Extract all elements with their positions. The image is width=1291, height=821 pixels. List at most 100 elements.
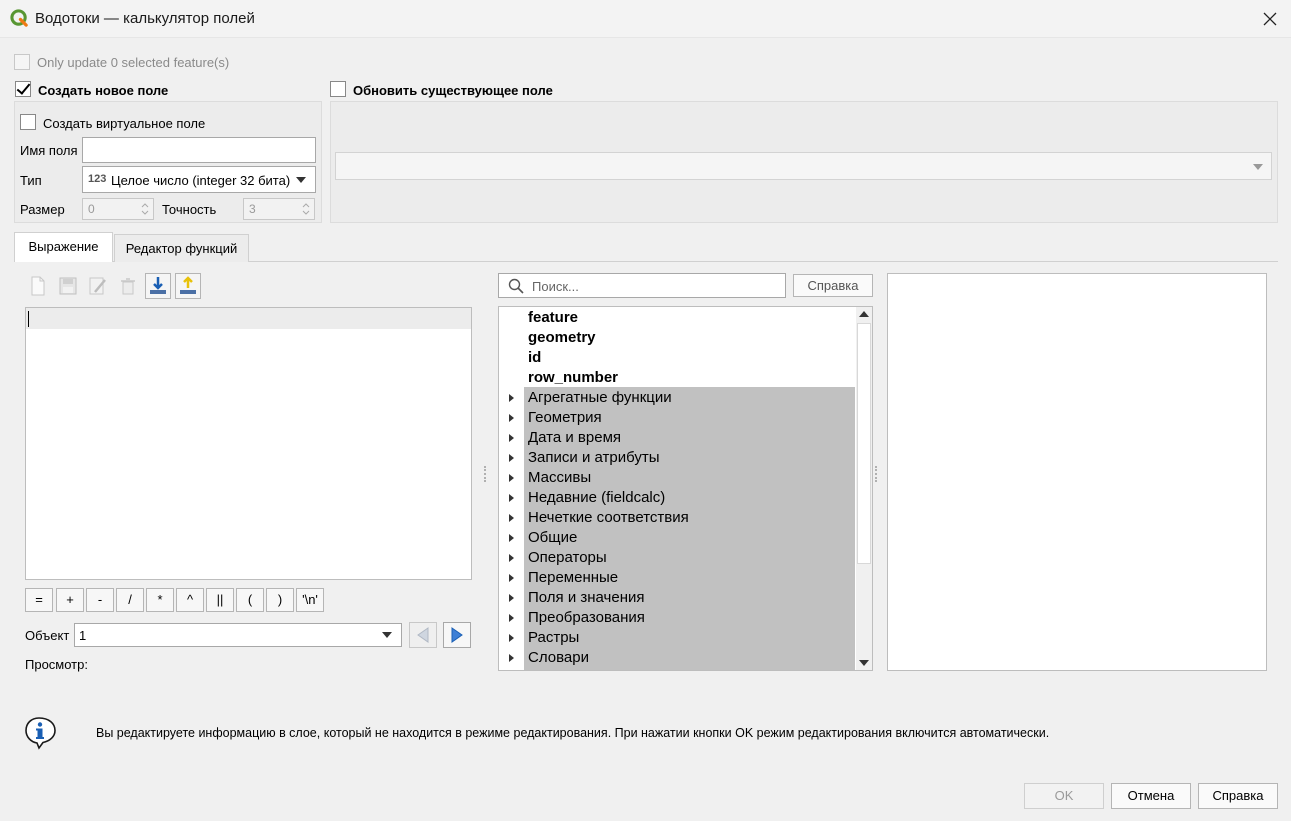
- function-group-item[interactable]: Нечеткие соответствия: [528, 508, 689, 528]
- scroll-down-icon[interactable]: [859, 660, 869, 666]
- precision-label: Точность: [162, 202, 217, 217]
- operator-newline-button[interactable]: '\n': [296, 588, 324, 612]
- new-file-button[interactable]: [25, 273, 51, 299]
- function-tree-scrollbar[interactable]: [856, 307, 872, 670]
- operator-close-paren-button[interactable]: ): [266, 588, 294, 612]
- window-title: Водотоки — калькулятор полей: [35, 10, 255, 27]
- size-value: 0: [88, 202, 95, 216]
- function-item[interactable]: row_number: [528, 368, 618, 388]
- text-cursor: [28, 311, 29, 327]
- function-group-item[interactable]: Переменные: [528, 568, 618, 588]
- expand-arrow-icon[interactable]: [509, 534, 514, 542]
- expand-arrow-icon[interactable]: [509, 594, 514, 602]
- import-icon: [150, 277, 166, 294]
- precision-value: 3: [249, 202, 256, 216]
- export-button[interactable]: [175, 273, 201, 299]
- operator-power-button[interactable]: ^: [176, 588, 204, 612]
- tab-expression[interactable]: Выражение: [14, 232, 113, 262]
- function-group-item[interactable]: Преобразования: [528, 608, 645, 628]
- function-group-item[interactable]: Записи и атрибуты: [528, 448, 660, 468]
- update-existing-field-checkbox[interactable]: [330, 81, 346, 97]
- close-icon: [1263, 12, 1276, 26]
- edit-icon: [89, 277, 106, 295]
- feature-label: Объект: [25, 628, 70, 643]
- operator-plus-button[interactable]: +: [56, 588, 84, 612]
- create-new-field-checkbox[interactable]: [15, 81, 31, 97]
- expand-arrow-icon[interactable]: [509, 514, 514, 522]
- help-button[interactable]: Справка: [1198, 783, 1278, 809]
- expand-arrow-icon[interactable]: [509, 654, 514, 662]
- scroll-up-icon[interactable]: [859, 311, 869, 317]
- spin-arrows-icon: [141, 203, 149, 215]
- field-name-input[interactable]: [82, 137, 316, 163]
- function-help-panel: [887, 273, 1267, 671]
- expand-arrow-icon[interactable]: [509, 554, 514, 562]
- search-icon: [508, 278, 524, 294]
- function-group-item[interactable]: Недавние (fieldcalc): [528, 488, 665, 508]
- next-feature-button[interactable]: [443, 622, 471, 648]
- function-group-item[interactable]: Поля и значения: [528, 588, 645, 608]
- function-item[interactable]: feature: [528, 308, 578, 328]
- expand-arrow-icon[interactable]: [509, 494, 514, 502]
- expression-editor[interactable]: [25, 307, 472, 580]
- chevron-down-icon: [1253, 164, 1263, 170]
- scroll-thumb[interactable]: [857, 323, 871, 564]
- operator-open-paren-button[interactable]: (: [236, 588, 264, 612]
- function-group-item[interactable]: Геометрия: [528, 408, 602, 428]
- precision-spinbox[interactable]: 3: [243, 198, 315, 220]
- expand-arrow-icon[interactable]: [509, 414, 514, 422]
- virtual-field-checkbox[interactable]: [20, 114, 36, 130]
- field-type-value: Целое число (integer 32 бита): [111, 173, 291, 188]
- current-line-highlight: [26, 308, 471, 329]
- feature-value: 1: [79, 628, 87, 643]
- operator-minus-button[interactable]: -: [86, 588, 114, 612]
- ok-button[interactable]: OK: [1024, 783, 1104, 809]
- integer-type-icon: 123: [88, 173, 107, 185]
- edit-button[interactable]: [85, 273, 111, 299]
- operator-multiply-button[interactable]: *: [146, 588, 174, 612]
- expand-arrow-icon[interactable]: [509, 454, 514, 462]
- function-group-item[interactable]: Агрегатные функции: [528, 388, 672, 408]
- function-group-item[interactable]: Общие: [528, 528, 577, 548]
- function-item[interactable]: geometry: [528, 328, 596, 348]
- expand-arrow-icon[interactable]: [509, 634, 514, 642]
- function-item[interactable]: id: [528, 348, 541, 368]
- function-search-input[interactable]: Поиск...: [498, 273, 786, 298]
- operator-concat-button[interactable]: ||: [206, 588, 234, 612]
- cancel-button[interactable]: Отмена: [1111, 783, 1191, 809]
- splitter-handle[interactable]: [484, 466, 486, 482]
- existing-field-select[interactable]: [335, 152, 1272, 180]
- expand-arrow-icon[interactable]: [509, 434, 514, 442]
- function-group-item[interactable]: Словари: [528, 648, 589, 668]
- function-help-button[interactable]: Справка: [793, 274, 873, 297]
- chevron-down-icon: [296, 177, 306, 183]
- save-icon: [59, 277, 77, 295]
- function-group-item[interactable]: Массивы: [528, 468, 591, 488]
- function-tree[interactable]: feature geometry id row_number Агрегатные фу…: [498, 306, 873, 671]
- title-bar: Водотоки — калькулятор полей: [0, 0, 1291, 38]
- feature-select[interactable]: 1: [74, 623, 402, 647]
- expand-arrow-icon[interactable]: [509, 574, 514, 582]
- expand-arrow-icon[interactable]: [509, 394, 514, 402]
- field-type-select[interactable]: 123 Целое число (integer 32 бита): [82, 166, 316, 193]
- splitter-handle[interactable]: [875, 466, 877, 482]
- size-spinbox[interactable]: 0: [82, 198, 154, 220]
- arrow-right-icon: [451, 627, 463, 643]
- operator-divide-button[interactable]: /: [116, 588, 144, 612]
- function-group-item[interactable]: Дата и время: [528, 428, 621, 448]
- operator-equals-button[interactable]: =: [25, 588, 53, 612]
- new-file-icon: [31, 276, 45, 296]
- function-group-item[interactable]: Растры: [528, 628, 579, 648]
- previous-feature-button[interactable]: [409, 622, 437, 648]
- only-selected-checkbox[interactable]: [14, 54, 30, 70]
- import-button[interactable]: [145, 273, 171, 299]
- virtual-field-label: Создать виртуальное поле: [43, 116, 206, 131]
- function-group-item[interactable]: Операторы: [528, 548, 607, 568]
- delete-button[interactable]: [115, 273, 141, 299]
- tab-function-editor[interactable]: Редактор функций: [114, 234, 249, 262]
- expand-arrow-icon[interactable]: [509, 614, 514, 622]
- close-button[interactable]: [1248, 0, 1291, 38]
- save-button[interactable]: [55, 273, 81, 299]
- expand-arrow-icon[interactable]: [509, 474, 514, 482]
- search-placeholder: Поиск...: [532, 279, 579, 294]
